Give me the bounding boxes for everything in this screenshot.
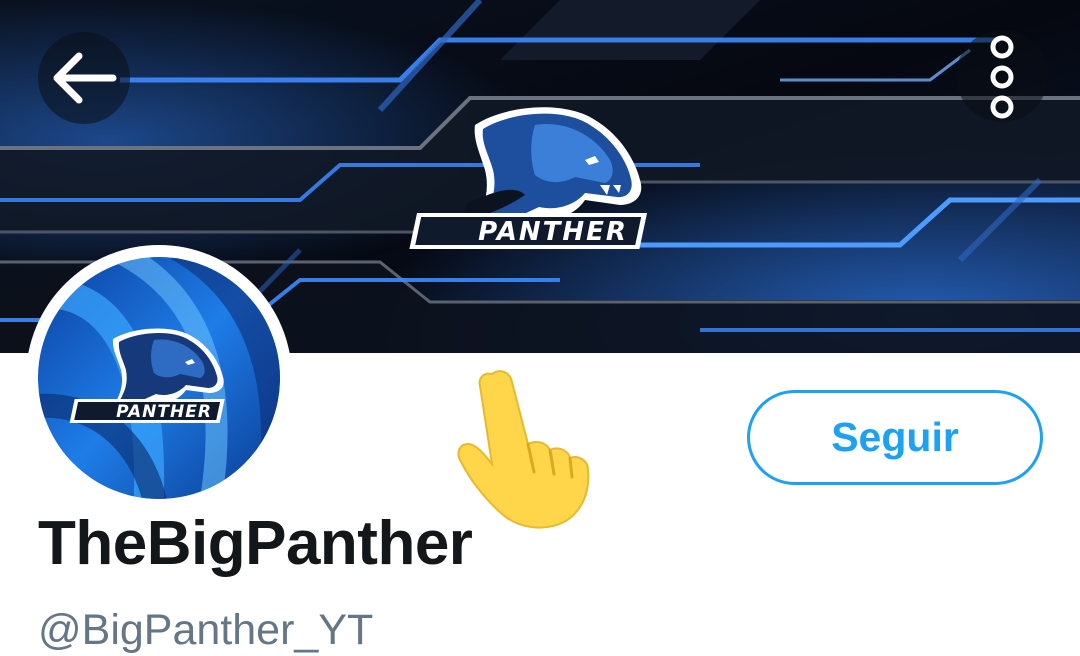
profile-display-name: TheBigPanther (38, 509, 473, 578)
more-options-button[interactable] (956, 30, 1048, 122)
more-vertical-icon (990, 35, 1014, 119)
avatar[interactable]: PANTHER (38, 257, 280, 499)
avatar-logo-text: PANTHER (116, 402, 212, 422)
profile-handle: @BigPanther_YT (38, 606, 374, 654)
pointing-hand-emoji (440, 362, 600, 532)
banner-logo-text: PANTHER (478, 217, 628, 247)
avatar-artwork: PANTHER (38, 257, 280, 499)
profile-screen: PANTHER PANTHER Seguir TheBigPanther @Bi… (0, 0, 1080, 656)
back-button[interactable] (38, 32, 130, 124)
follow-button[interactable]: Seguir (747, 390, 1043, 485)
arrow-left-icon (53, 52, 117, 104)
pointing-hand-icon (457, 370, 590, 529)
